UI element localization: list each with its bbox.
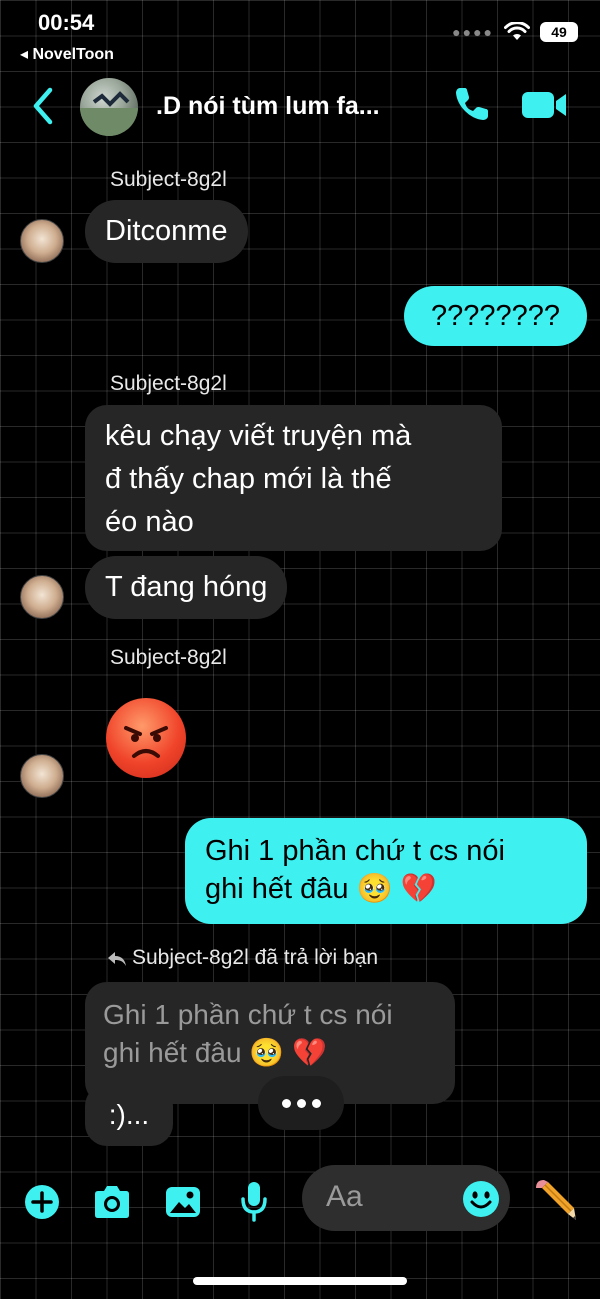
group-avatar[interactable] — [80, 78, 138, 136]
message-line: ghi hết đâu 🥹 💔 — [205, 873, 437, 905]
pencil-icon[interactable] — [534, 1178, 578, 1222]
quoted-line: Ghi 1 phần chứ t cs nói — [103, 999, 393, 1030]
quoted-line: ghi hết đâu 🥹 💔 — [103, 1037, 327, 1068]
message-input-placeholder: Aa — [326, 1180, 363, 1213]
microphone-icon[interactable] — [240, 1180, 268, 1222]
message-bubble-outgoing[interactable]: Ghi 1 phần chứ t cs nói ghi hết đâu 🥹 💔 — [185, 818, 587, 924]
message-line: đ thấy chap mới là thế — [105, 463, 392, 495]
signal-icon: ●●●● — [452, 24, 494, 40]
reply-arrow-icon — [108, 952, 126, 966]
typing-dot — [311, 1098, 321, 1108]
message-line: éo nào — [105, 506, 194, 538]
plus-icon[interactable] — [24, 1184, 60, 1220]
sender-avatar[interactable] — [20, 754, 64, 798]
video-icon[interactable] — [520, 88, 568, 122]
message-bubble-incoming[interactable]: kêu chạy viết truyện mà đ thấy chap mới … — [85, 405, 502, 551]
typing-indicator — [258, 1076, 344, 1130]
back-to-app-link[interactable]: ◂ NovelToon — [20, 44, 114, 64]
message-bubble-outgoing[interactable]: ???????? — [404, 286, 587, 346]
typing-dot — [281, 1098, 291, 1108]
message-bubble-incoming[interactable]: T đang hóng — [85, 556, 288, 619]
typing-dot — [296, 1098, 306, 1108]
message-line: Ghi 1 phần chứ t cs nói — [205, 835, 505, 867]
angry-face-emoji[interactable] — [106, 698, 186, 778]
battery-indicator: 49 — [540, 22, 578, 42]
chat-title[interactable]: .D nói tùm lum fa... — [156, 92, 380, 121]
camera-icon[interactable] — [92, 1184, 132, 1220]
status-time: 00:54 — [38, 10, 95, 35]
sender-name: Subject-8g2l — [110, 372, 227, 395]
sender-avatar[interactable] — [20, 575, 64, 619]
chevron-left-icon[interactable] — [26, 84, 62, 128]
sender-name: Subject-8g2l — [110, 646, 227, 669]
image-icon[interactable] — [164, 1185, 202, 1219]
sender-name: Subject-8g2l — [110, 168, 227, 191]
message-bubble-incoming[interactable]: :)... — [85, 1084, 173, 1146]
wifi-icon — [504, 22, 530, 40]
emoji-icon[interactable] — [462, 1180, 500, 1218]
message-bubble-incoming[interactable]: Ditconme — [85, 200, 248, 263]
sender-avatar[interactable] — [20, 219, 64, 263]
status-indicators: ●●●● 49 — [452, 22, 578, 42]
message-line: kêu chạy viết truyện mà — [105, 420, 412, 452]
phone-icon[interactable] — [452, 84, 492, 124]
home-indicator[interactable] — [193, 1277, 407, 1285]
reply-label: Subject-8g2l đã trả lời bạn — [132, 946, 379, 969]
